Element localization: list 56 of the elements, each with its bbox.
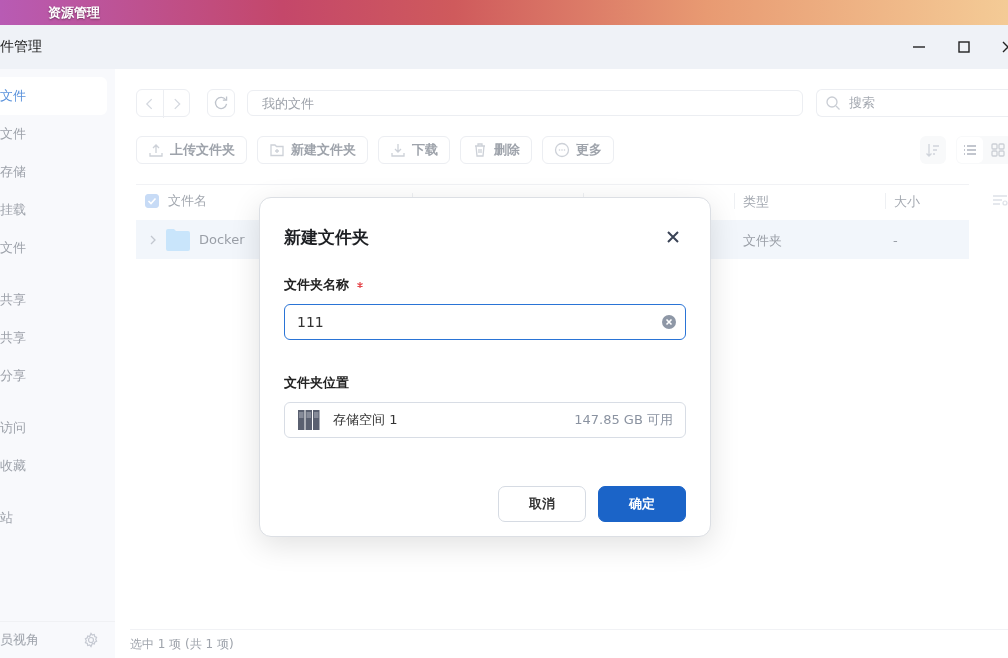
- refresh-icon[interactable]: [207, 89, 235, 117]
- column-header[interactable]: 类型: [743, 194, 769, 209]
- search-icon: [825, 95, 841, 111]
- sidebar-item[interactable]: 存储: [0, 153, 107, 191]
- table-cell: -: [893, 233, 898, 248]
- table-cell: 文件夹: [743, 232, 782, 248]
- folder-plus-icon: [269, 142, 285, 158]
- field-label: 文件夹位置: [284, 374, 350, 392]
- sidebar-item[interactable]: 文件: [0, 77, 107, 115]
- location-selector[interactable]: 存储空间 1 147.85 GB 可用: [284, 402, 686, 438]
- sidebar-item[interactable]: 分享: [0, 357, 107, 395]
- folder-name-field[interactable]: 111: [284, 304, 686, 340]
- column-header[interactable]: 大小: [894, 194, 920, 209]
- download-icon: [390, 142, 406, 158]
- toolbar-button[interactable]: 删除: [460, 136, 532, 164]
- field-label: 文件夹名称: [284, 276, 349, 294]
- check-icon: [147, 196, 157, 206]
- toolbar-button[interactable]: 上传文件夹: [136, 136, 247, 164]
- upload-icon: [148, 142, 164, 158]
- folder-icon: [166, 228, 190, 251]
- sidebar-item[interactable]: 收藏: [0, 447, 107, 485]
- maximize-icon[interactable]: [958, 41, 970, 53]
- cancel-button[interactable]: 取消: [498, 486, 586, 522]
- toolbar-button[interactable]: 新建文件夹: [257, 136, 368, 164]
- sidebar-item[interactable]: 共享: [0, 281, 107, 319]
- window-title: 件管理: [0, 38, 42, 56]
- view-mode-label[interactable]: 员视角: [0, 631, 39, 649]
- sidebar-item[interactable]: 挂载: [0, 191, 107, 229]
- toolbar-button[interactable]: 更多: [542, 136, 614, 164]
- trash-icon: [472, 142, 488, 158]
- search-field[interactable]: 搜索: [816, 89, 1008, 117]
- select-all-checkbox[interactable]: [145, 194, 159, 208]
- sort-icon[interactable]: [920, 136, 946, 164]
- more-icon: [554, 142, 570, 158]
- column-settings-icon[interactable]: [992, 193, 1008, 207]
- free-space: 147.85 GB 可用: [574, 411, 673, 429]
- server-icon: [297, 408, 321, 432]
- close-icon[interactable]: [667, 231, 679, 243]
- chevron-icon[interactable]: [149, 234, 157, 245]
- settings-icon[interactable]: [83, 632, 99, 648]
- clear-icon[interactable]: [662, 315, 676, 329]
- path-field[interactable]: 我的文件: [247, 90, 803, 116]
- list-view-icon[interactable]: [957, 137, 983, 163]
- confirm-button[interactable]: 确定: [598, 486, 686, 522]
- sidebar-item[interactable]: 访问: [0, 409, 107, 447]
- app-title: 资源管理: [48, 3, 100, 22]
- sidebar-item[interactable]: 文件: [0, 229, 107, 267]
- column-header[interactable]: 文件名: [168, 192, 207, 210]
- dialog-title: 新建文件夹: [284, 225, 369, 249]
- volume-name: 存储空间 1: [333, 411, 399, 429]
- sidebar-item[interactable]: 共享: [0, 319, 107, 357]
- toolbar-button[interactable]: 下载: [378, 136, 450, 164]
- sidebar-item[interactable]: 站: [0, 499, 107, 537]
- table-cell: Docker: [199, 232, 245, 247]
- sidebar-item[interactable]: 文件: [0, 115, 107, 153]
- selection-status: 选中 1 项 (共 1 项): [130, 635, 234, 653]
